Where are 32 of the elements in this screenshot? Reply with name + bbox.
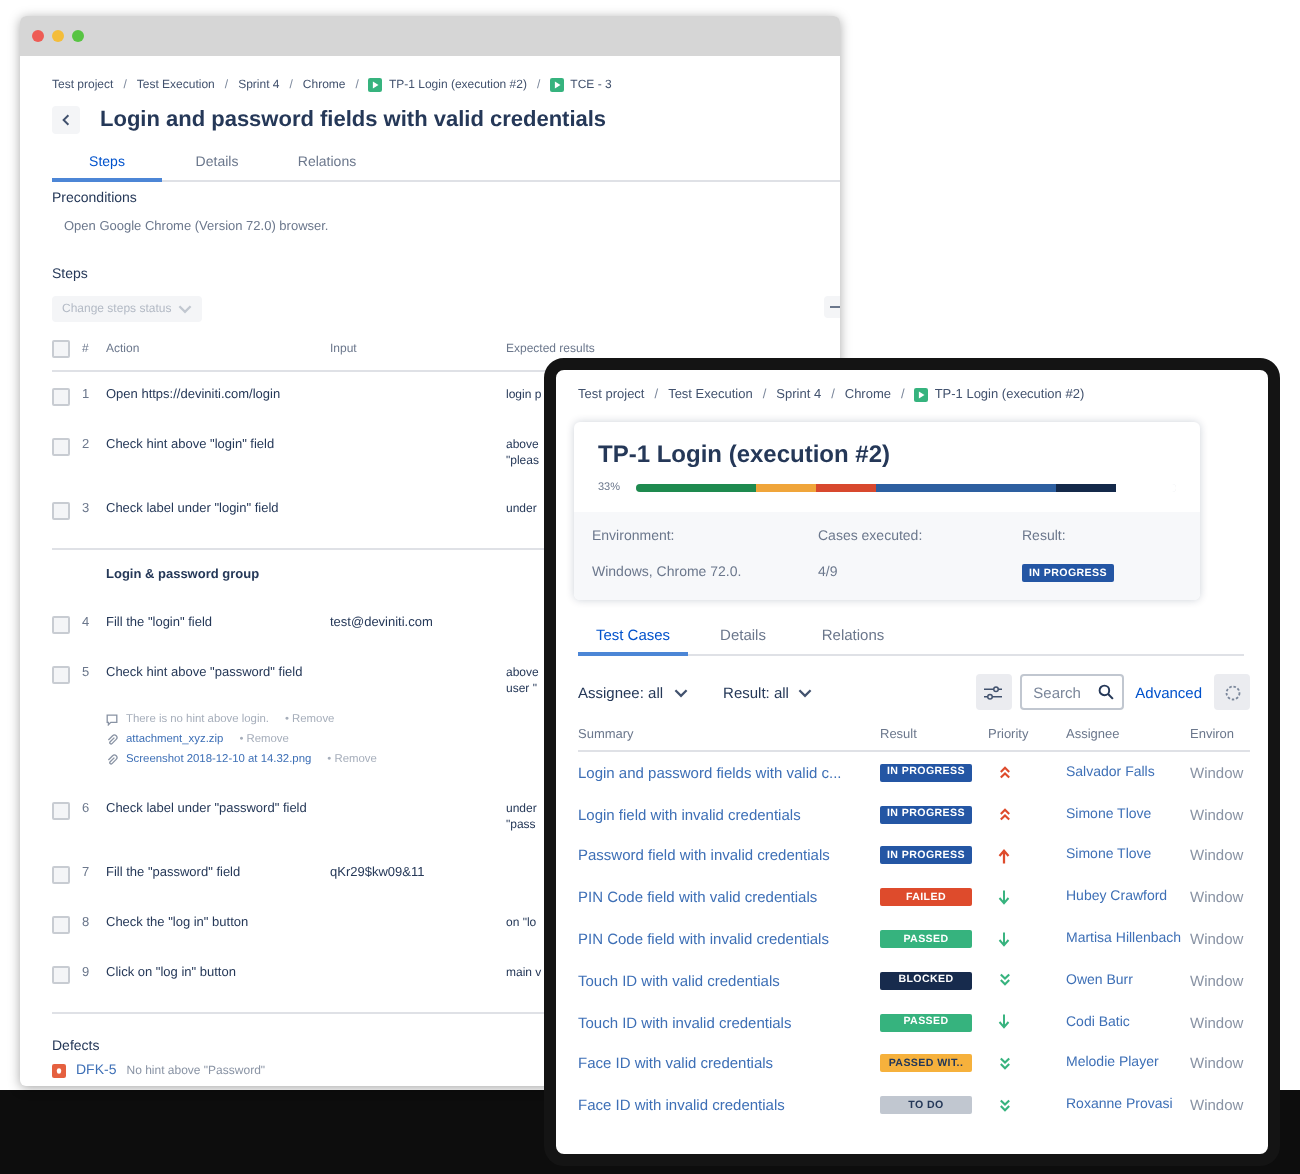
- bug-icon: [52, 1064, 66, 1078]
- page-title: Login and password fields with valid credentials: [100, 108, 607, 132]
- chevron-down-icon: [673, 687, 688, 697]
- minus-icon: [830, 306, 840, 308]
- checkbox[interactable]: [52, 616, 70, 634]
- minimize-dot[interactable]: [52, 30, 64, 42]
- play-icon: [914, 388, 929, 402]
- execution-title: TP-1 Login (execution #2): [598, 440, 893, 468]
- collapse-button[interactable]: [824, 296, 840, 318]
- checkbox[interactable]: [52, 866, 70, 884]
- maximize-dot[interactable]: [72, 30, 84, 42]
- close-dot[interactable]: [32, 30, 44, 42]
- chevron-down-icon: [798, 687, 813, 697]
- sliders-icon: [984, 685, 1003, 699]
- checkbox[interactable]: [52, 388, 70, 406]
- play-icon: [368, 78, 383, 92]
- search-icon: [1097, 684, 1114, 700]
- back-button[interactable]: [52, 106, 80, 134]
- checkbox[interactable]: [52, 966, 70, 984]
- checkbox[interactable]: [52, 438, 70, 456]
- spinner-icon: [1223, 683, 1241, 701]
- checkbox[interactable]: [52, 340, 70, 358]
- chevron-down-icon: [177, 304, 192, 314]
- checkbox[interactable]: [52, 502, 70, 520]
- checkbox[interactable]: [52, 916, 70, 934]
- chevron-left-icon: [62, 114, 70, 126]
- play-icon: [550, 78, 565, 92]
- filter-settings-button[interactable]: [975, 674, 1012, 710]
- comment-icon: [106, 714, 118, 726]
- refresh-button[interactable]: [1214, 674, 1250, 710]
- checkbox[interactable]: [52, 802, 70, 820]
- checkbox[interactable]: [52, 666, 70, 684]
